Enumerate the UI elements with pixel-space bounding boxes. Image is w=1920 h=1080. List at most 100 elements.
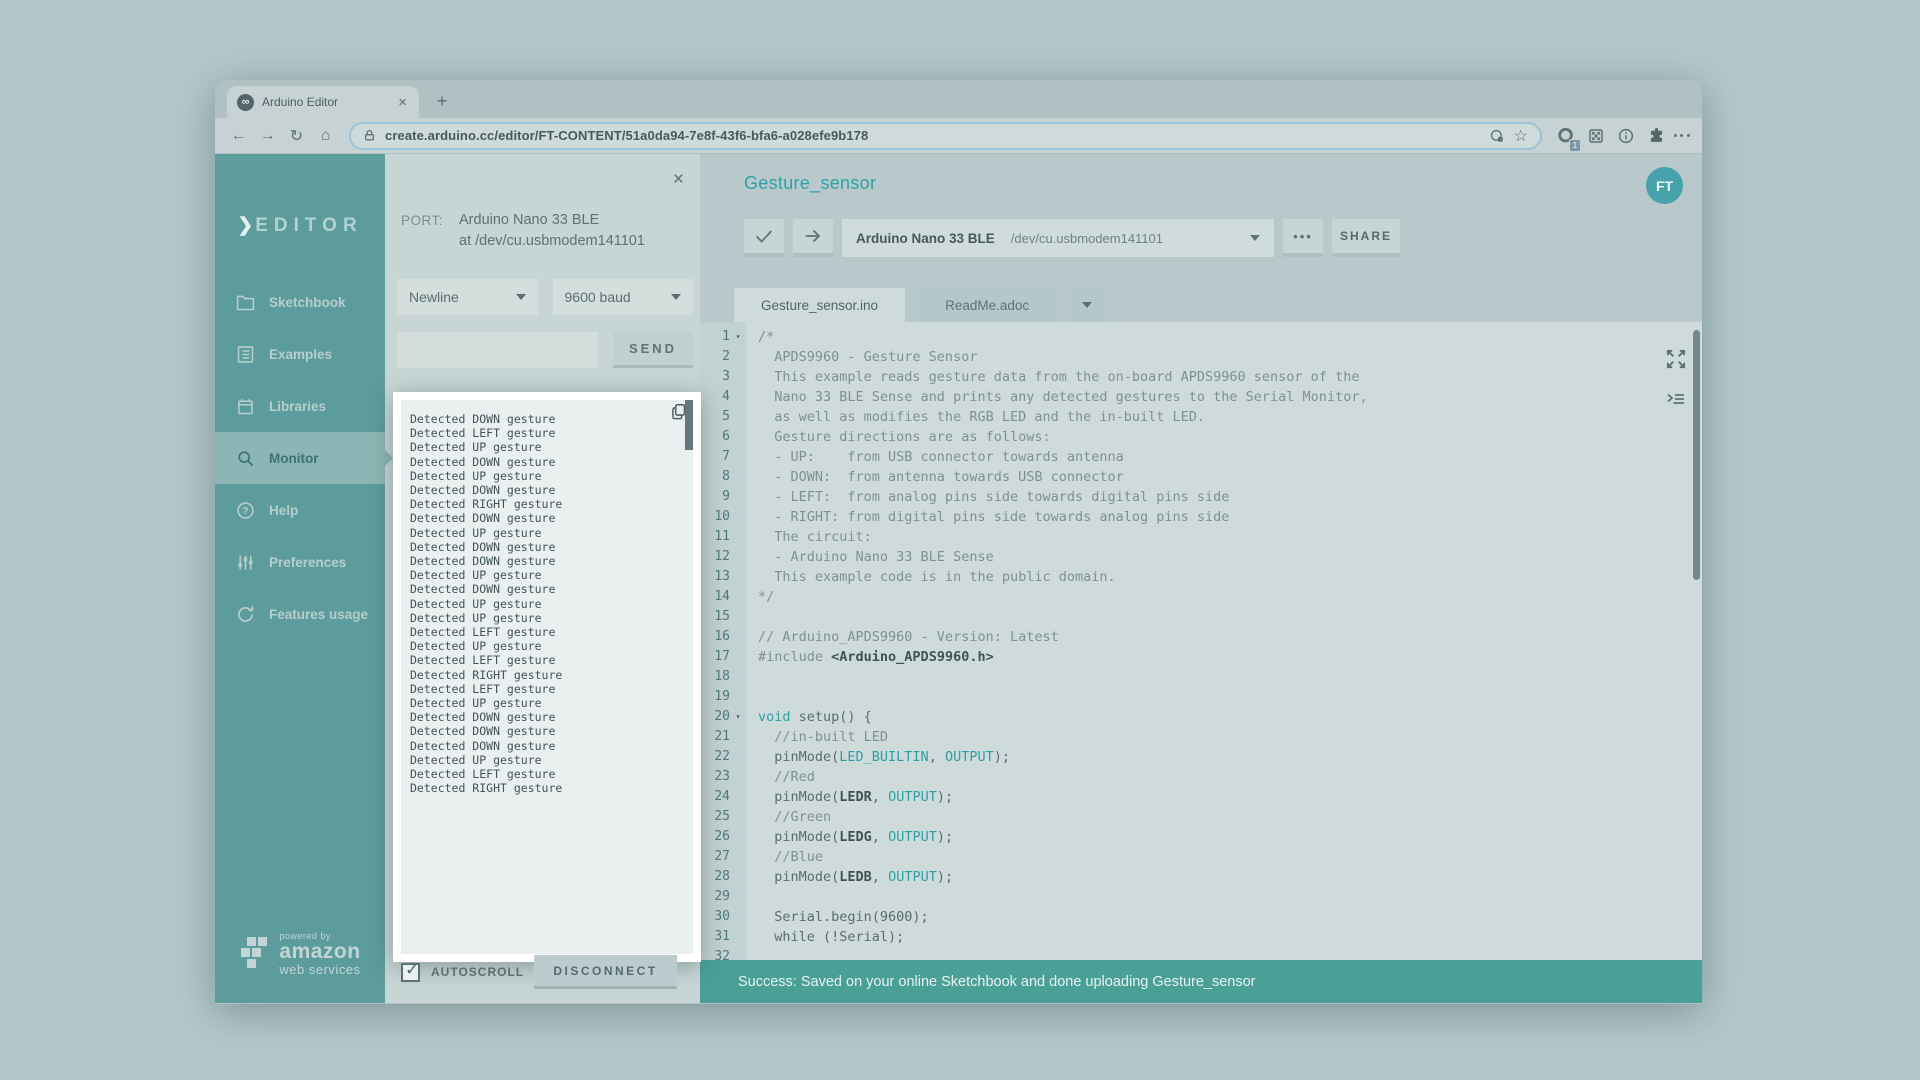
sidebar-item-libraries[interactable]: Libraries	[215, 380, 385, 432]
refresh-icon	[235, 604, 256, 625]
sidebar-item-label: Preferences	[269, 555, 346, 570]
code-fold-spacer	[730, 847, 746, 867]
file-tab-gesture-sensor-ino[interactable]: Gesture_sensor.ino	[734, 288, 905, 322]
board-name: Arduino Nano 33 BLE	[856, 231, 995, 246]
question-icon: ?	[235, 500, 256, 521]
upload-button[interactable]	[793, 219, 833, 257]
reload-icon[interactable]: ↻	[283, 122, 310, 149]
serial-monitor-panel: × PORT: Arduino Nano 33 BLE at /dev/cu.u…	[385, 154, 700, 1003]
code-line: 31 while (!Serial);	[700, 927, 1702, 947]
autoscroll-checkbox[interactable]	[401, 963, 420, 982]
bookmark-star-icon[interactable]: ☆	[1514, 126, 1528, 146]
editor-scrollbar-thumb[interactable]	[1693, 330, 1700, 580]
code-editor[interactable]: 1▾/*2 APDS9960 - Gesture Sensor3 This ex…	[700, 322, 1702, 960]
new-tab-button[interactable]: +	[429, 88, 455, 114]
serial-log-line: Detected LEFT gesture	[410, 653, 677, 667]
more-options-button[interactable]: •••	[1283, 219, 1323, 257]
browser-window: ∞ Arduino Editor × + ← → ↻ ⌂ create.ardu…	[215, 80, 1702, 1004]
verify-button[interactable]	[744, 219, 784, 257]
aws-web-services: web services	[279, 963, 360, 977]
serial-log-line: Detected LEFT gesture	[410, 426, 677, 440]
code-fold-spacer	[730, 407, 746, 427]
code-fold-spacer	[730, 867, 746, 887]
status-bar: Success: Saved on your online Sketchbook…	[700, 960, 1702, 1003]
serial-message-input[interactable]	[397, 332, 598, 368]
address-bar[interactable]: create.arduino.cc/editor/FT-CONTENT/51a0…	[349, 122, 1542, 150]
code-fold-spacer	[730, 367, 746, 387]
code-line: 23 //Red	[700, 767, 1702, 787]
code-fold-icon[interactable]: ▾	[730, 707, 746, 727]
serial-log-line: Detected DOWN gesture	[410, 710, 677, 724]
lock-icon	[363, 129, 376, 142]
board-select[interactable]: Arduino Nano 33 BLE /dev/cu.usbmodem1411…	[842, 219, 1274, 261]
list-icon	[235, 344, 256, 365]
back-icon[interactable]: ←	[225, 122, 252, 149]
code-line: 10 - RIGHT: from digital pins side towar…	[700, 507, 1702, 527]
code-fold-spacer	[730, 587, 746, 607]
serial-log-line: Detected UP gesture	[410, 469, 677, 483]
browser-tab[interactable]: ∞ Arduino Editor ×	[227, 86, 419, 118]
log-scrollbar-thumb[interactable]	[685, 400, 693, 450]
code-line: 20▾void setup() {	[700, 707, 1702, 727]
sidebar-item-examples[interactable]: Examples	[215, 328, 385, 380]
code-fold-spacer	[730, 527, 746, 547]
sidebar-item-help[interactable]: ?Help	[215, 484, 385, 536]
code-line: 16// Arduino_APDS9960 - Version: Latest	[700, 627, 1702, 647]
forward-icon[interactable]: →	[254, 122, 281, 149]
serial-log-line: Detected UP gesture	[410, 568, 677, 582]
tab-title: Arduino Editor	[262, 95, 388, 109]
extension-badge-icon[interactable]: 1	[1552, 122, 1580, 150]
serial-log-line: Detected DOWN gesture	[410, 582, 677, 596]
serial-log-line: Detected RIGHT gesture	[410, 497, 677, 511]
info-extension-icon[interactable]	[1612, 122, 1640, 150]
share-button[interactable]: SHARE	[1332, 219, 1400, 257]
serial-log-line: Detected UP gesture	[410, 526, 677, 540]
sidebar-item-sketchbook[interactable]: Sketchbook	[215, 276, 385, 328]
sidebar: ❯EDITOR SketchbookExamplesLibrariesMonit…	[215, 154, 385, 1003]
sidebar-item-monitor[interactable]: Monitor	[215, 432, 385, 484]
baud-rate-select[interactable]: 9600 baud	[553, 279, 694, 315]
tab-menu-button[interactable]	[1069, 288, 1105, 322]
arduino-favicon-icon: ∞	[237, 94, 254, 111]
code-fold-spacer	[730, 547, 746, 567]
sidebar-item-features-usage[interactable]: Features usage	[215, 588, 385, 640]
code-fold-spacer	[730, 767, 746, 787]
code-fold-spacer	[730, 427, 746, 447]
port-label: PORT:	[401, 212, 459, 228]
chevron-down-icon	[1082, 302, 1092, 308]
code-fold-icon[interactable]: ▾	[730, 327, 746, 347]
browser-toolbar: ← → ↻ ⌂ create.arduino.cc/editor/FT-CONT…	[215, 118, 1702, 154]
home-icon[interactable]: ⌂	[312, 122, 339, 149]
extensions-puzzle-icon[interactable]	[1642, 122, 1670, 150]
chevron-down-icon	[671, 294, 681, 300]
fullscreen-icon[interactable]	[1663, 346, 1689, 372]
code-line: 13 This example code is in the public do…	[700, 567, 1702, 587]
avatar[interactable]: FT	[1646, 167, 1683, 204]
code-line: 26 pinMode(LEDG, OUTPUT);	[700, 827, 1702, 847]
serial-log-line: Detected DOWN gesture	[410, 540, 677, 554]
file-tab-readme-adoc[interactable]: ReadMe.adoc	[918, 288, 1056, 322]
code-line: 4 Nano 33 BLE Sense and prints any detec…	[700, 387, 1702, 407]
code-line: 12 - Arduino Nano 33 BLE Sense	[700, 547, 1702, 567]
site-settings-icon[interactable]	[1489, 128, 1505, 144]
serial-log-line: Detected LEFT gesture	[410, 625, 677, 639]
browser-menu-icon[interactable]	[1672, 122, 1692, 150]
chevron-down-icon	[1250, 235, 1260, 241]
monitor-close-icon[interactable]: ×	[673, 170, 684, 189]
line-ending-select[interactable]: Newline	[397, 279, 538, 315]
code-fold-spacer	[730, 467, 746, 487]
sliders-icon	[235, 552, 256, 573]
book-icon	[235, 396, 256, 417]
disconnect-button[interactable]: DISCONNECT	[534, 955, 677, 989]
code-fold-spacer	[730, 627, 746, 647]
line-ending-value: Newline	[409, 289, 459, 305]
screenshot-extension-icon[interactable]	[1582, 122, 1610, 150]
sidebar-item-preferences[interactable]: Preferences	[215, 536, 385, 588]
serial-log-line: Detected LEFT gesture	[410, 682, 677, 696]
autoformat-icon[interactable]	[1664, 387, 1688, 411]
code-line: 18	[700, 667, 1702, 687]
code-fold-spacer	[730, 447, 746, 467]
tab-close-icon[interactable]: ×	[396, 94, 409, 111]
send-button[interactable]: SEND	[613, 332, 693, 368]
code-fold-spacer	[730, 947, 746, 960]
